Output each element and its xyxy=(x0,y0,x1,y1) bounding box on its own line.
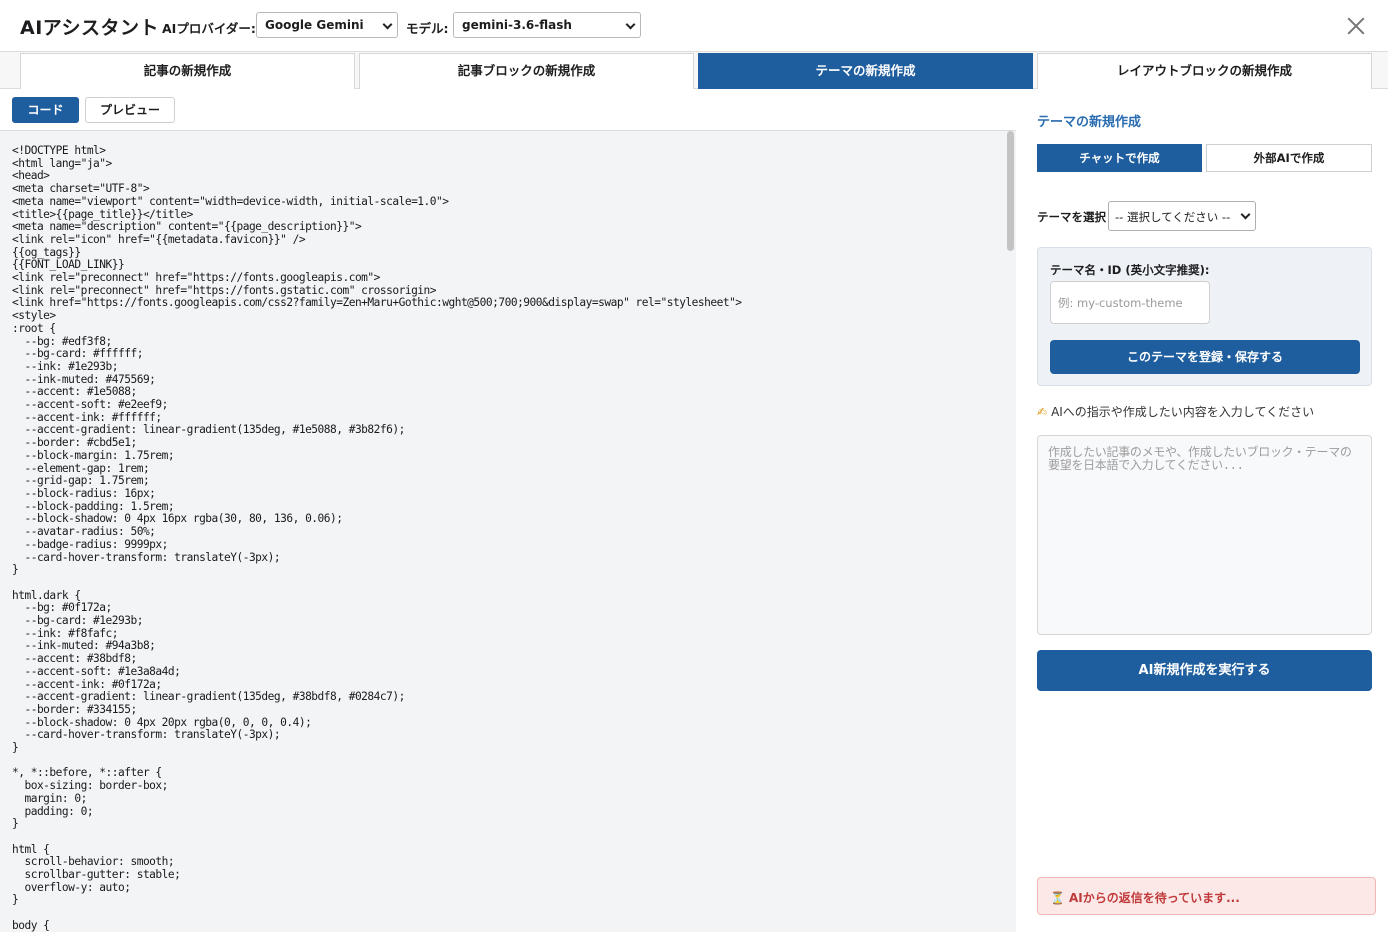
preview-view-button[interactable]: プレビュー xyxy=(85,97,175,123)
theme-id-label: テーマ名・ID (英小文字推奨): xyxy=(1050,263,1210,277)
tab-new-theme[interactable]: テーマの新規作成 xyxy=(698,53,1033,89)
header-bar: AIアシスタント AIプロバイダー: Google Gemini モデル: ge… xyxy=(0,0,1388,52)
tab-new-article[interactable]: 記事の新規作成 xyxy=(20,53,355,89)
theme-register-box: テーマ名・ID (英小文字推奨): 例: my-custom-theme このテ… xyxy=(1037,247,1372,386)
prompt-hint-text: AIへの指示や作成したい内容を入力してください xyxy=(1051,405,1315,419)
status-message: ⏳ AIからの返信を待っています... xyxy=(1037,877,1376,915)
provider-select-value: Google Gemini xyxy=(265,18,364,32)
scrollbar-thumb[interactable] xyxy=(1007,131,1014,251)
hourglass-icon: ⏳ xyxy=(1050,891,1065,905)
code-editor[interactable]: <!DOCTYPE html> <html lang="ja"> <head> … xyxy=(0,131,1016,932)
prompt-placeholder: 作成したい記事のメモや、作成したいブロック・テーマの要望を日本語で入力してくださ… xyxy=(1048,445,1352,472)
chevron-down-icon xyxy=(625,19,636,30)
model-select-value: gemini-3.6-flash xyxy=(462,18,572,32)
provider-label: AIプロバイダー: xyxy=(162,21,256,36)
writing-hand-icon: ✍ xyxy=(1037,405,1048,419)
theme-panel: テーマの新規作成 チャットで作成 外部AIで作成 テーマを選択 -- 選択してく… xyxy=(1017,89,1388,932)
main-tabs: 記事の新規作成 記事ブロックの新規作成 テーマの新規作成 レイアウトブロックの新… xyxy=(0,52,1388,89)
app-title: AIアシスタント xyxy=(20,17,160,39)
code-pane: コード プレビュー <!DOCTYPE html> <html lang="ja… xyxy=(0,89,1016,932)
chevron-down-icon xyxy=(382,19,393,30)
close-icon[interactable] xyxy=(1342,12,1370,40)
model-select[interactable]: gemini-3.6-flash xyxy=(453,12,641,38)
theme-select-value: -- 選択してください -- xyxy=(1115,210,1231,224)
run-ai-create-button[interactable]: AI新規作成を実行する xyxy=(1037,650,1372,691)
chevron-down-icon xyxy=(1240,209,1251,220)
status-text: AIからの返信を待っています... xyxy=(1068,891,1240,905)
theme-select[interactable]: -- 選択してください -- xyxy=(1108,201,1256,231)
prompt-textarea[interactable]: 作成したい記事のメモや、作成したいブロック・テーマの要望を日本語で入力してくださ… xyxy=(1037,435,1372,635)
provider-select[interactable]: Google Gemini xyxy=(256,12,398,38)
prompt-hint: ✍ AIへの指示や作成したい内容を入力してください xyxy=(1037,403,1314,420)
code-view-button[interactable]: コード xyxy=(12,97,79,123)
tab-chat-create[interactable]: チャットで作成 xyxy=(1037,144,1202,172)
code-content: <!DOCTYPE html> <html lang="ja"> <head> … xyxy=(12,144,742,932)
save-theme-button[interactable]: このテーマを登録・保存する xyxy=(1050,340,1360,374)
tab-new-article-block[interactable]: 記事ブロックの新規作成 xyxy=(359,53,694,89)
theme-id-input[interactable]: 例: my-custom-theme xyxy=(1050,281,1210,324)
model-label: モデル: xyxy=(406,21,449,36)
theme-select-label: テーマを選択 xyxy=(1037,210,1106,224)
tab-external-ai-create[interactable]: 外部AIで作成 xyxy=(1206,144,1372,172)
view-toggle: コード プレビュー xyxy=(0,89,1016,131)
panel-title: テーマの新規作成 xyxy=(1037,115,1142,130)
tab-new-layout-block[interactable]: レイアウトブロックの新規作成 xyxy=(1037,53,1372,89)
